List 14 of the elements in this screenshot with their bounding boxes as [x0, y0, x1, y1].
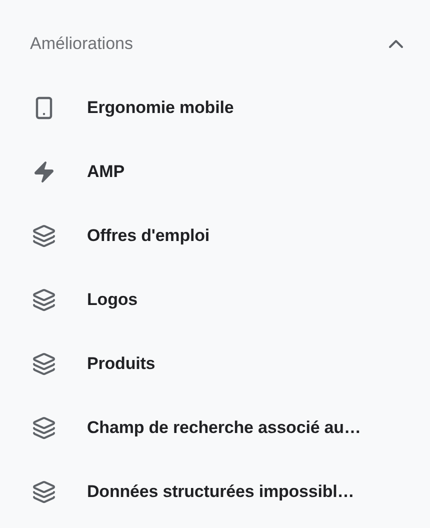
layers-icon	[32, 288, 56, 312]
nav-item[interactable]: Données structurées impossibl…	[87, 482, 354, 502]
lightning-icon	[32, 160, 56, 184]
nav-item[interactable]: Champ de recherche associé au…	[87, 418, 361, 438]
layers-icon	[32, 480, 56, 504]
nav-item[interactable]: Produits	[87, 354, 156, 374]
nav-item[interactable]: Offres d'emploi	[87, 226, 210, 246]
nav-item[interactable]: Ergonomie mobile	[87, 98, 234, 118]
nav-item[interactable]: Logos	[87, 290, 138, 310]
nav-item[interactable]: AMP	[87, 162, 124, 182]
layers-icon	[32, 352, 56, 376]
layers-icon	[32, 416, 56, 440]
layers-icon	[32, 224, 56, 248]
section-title: Améliorations	[30, 34, 133, 54]
